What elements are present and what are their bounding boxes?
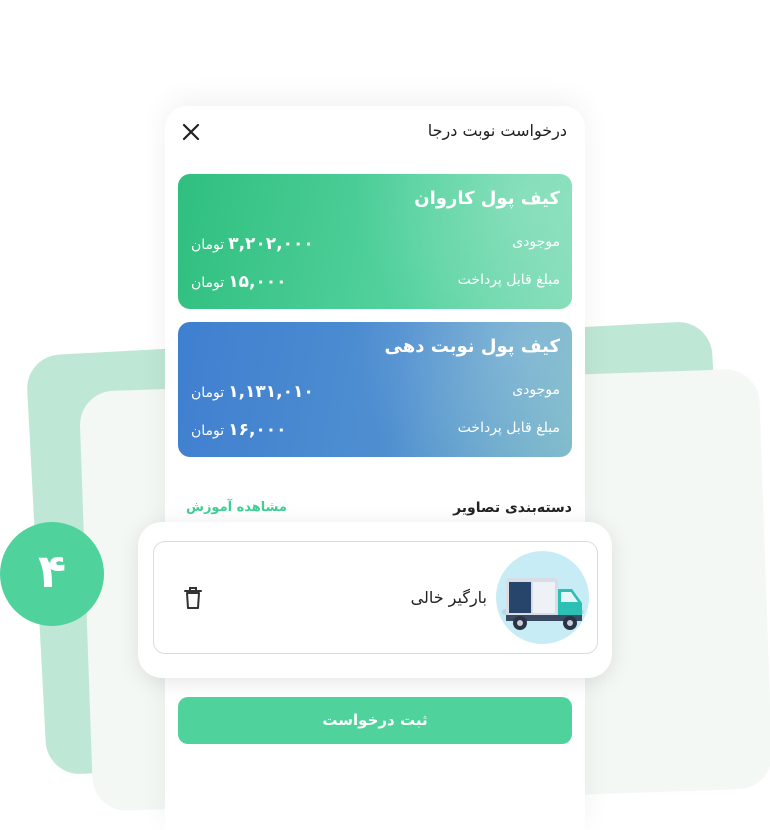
wallet-title: کیف پول کاروان (414, 188, 560, 209)
balance-label: موجودی (512, 234, 560, 250)
image-category-item[interactable]: بارگیر خالی (153, 541, 598, 654)
currency-label: تومان (191, 237, 225, 253)
submit-request-button[interactable]: ثبت درخواست (178, 697, 572, 744)
delete-button[interactable] (182, 585, 204, 611)
modal-title: درخواست نوبت درجا (427, 121, 567, 140)
balance-amount: ۱,۱۳۱,۰۱۰تومان (191, 382, 314, 402)
payable-amount: ۱۵,۰۰۰تومان (191, 272, 287, 292)
payable-label: مبلغ قابل پرداخت (457, 272, 560, 288)
payable-value: ۱۵,۰۰۰ (228, 272, 287, 292)
view-tutorial-link[interactable]: مشاهده آموزش (186, 500, 287, 515)
wallet-card-nobat: کیف پول نوبت دهی موجودی ۱,۱۳۱,۰۱۰تومان م… (178, 322, 572, 457)
step-number: ۴ (37, 544, 67, 598)
step-number-badge: ۴ (0, 522, 104, 626)
currency-label: تومان (191, 275, 225, 291)
balance-label: موجودی (512, 382, 560, 398)
payable-label: مبلغ قابل پرداخت (457, 420, 560, 436)
images-section-header: دسته‌بندی تصاویر مشاهده آموزش (178, 496, 572, 524)
item-label: بارگیر خالی (410, 588, 487, 607)
section-title: دسته‌بندی تصاویر (453, 500, 572, 516)
modal-header: درخواست نوبت درجا (165, 106, 585, 156)
currency-label: تومان (191, 385, 225, 401)
balance-amount: ۳,۲۰۲,۰۰۰تومان (191, 234, 314, 254)
trash-icon (184, 587, 202, 609)
wallet-card-karvan: کیف پول کاروان موجودی ۳,۲۰۲,۰۰۰تومان مبل… (178, 174, 572, 309)
truck-icon (496, 551, 589, 644)
currency-label: تومان (191, 423, 225, 439)
close-button[interactable] (179, 120, 203, 144)
close-icon (182, 123, 200, 141)
payable-amount: ۱۶,۰۰۰تومان (191, 420, 287, 440)
balance-value: ۳,۲۰۲,۰۰۰ (228, 234, 314, 254)
wallet-title: کیف پول نوبت دهی (384, 336, 561, 357)
payable-value: ۱۶,۰۰۰ (228, 420, 287, 440)
balance-value: ۱,۱۳۱,۰۱۰ (228, 382, 314, 402)
